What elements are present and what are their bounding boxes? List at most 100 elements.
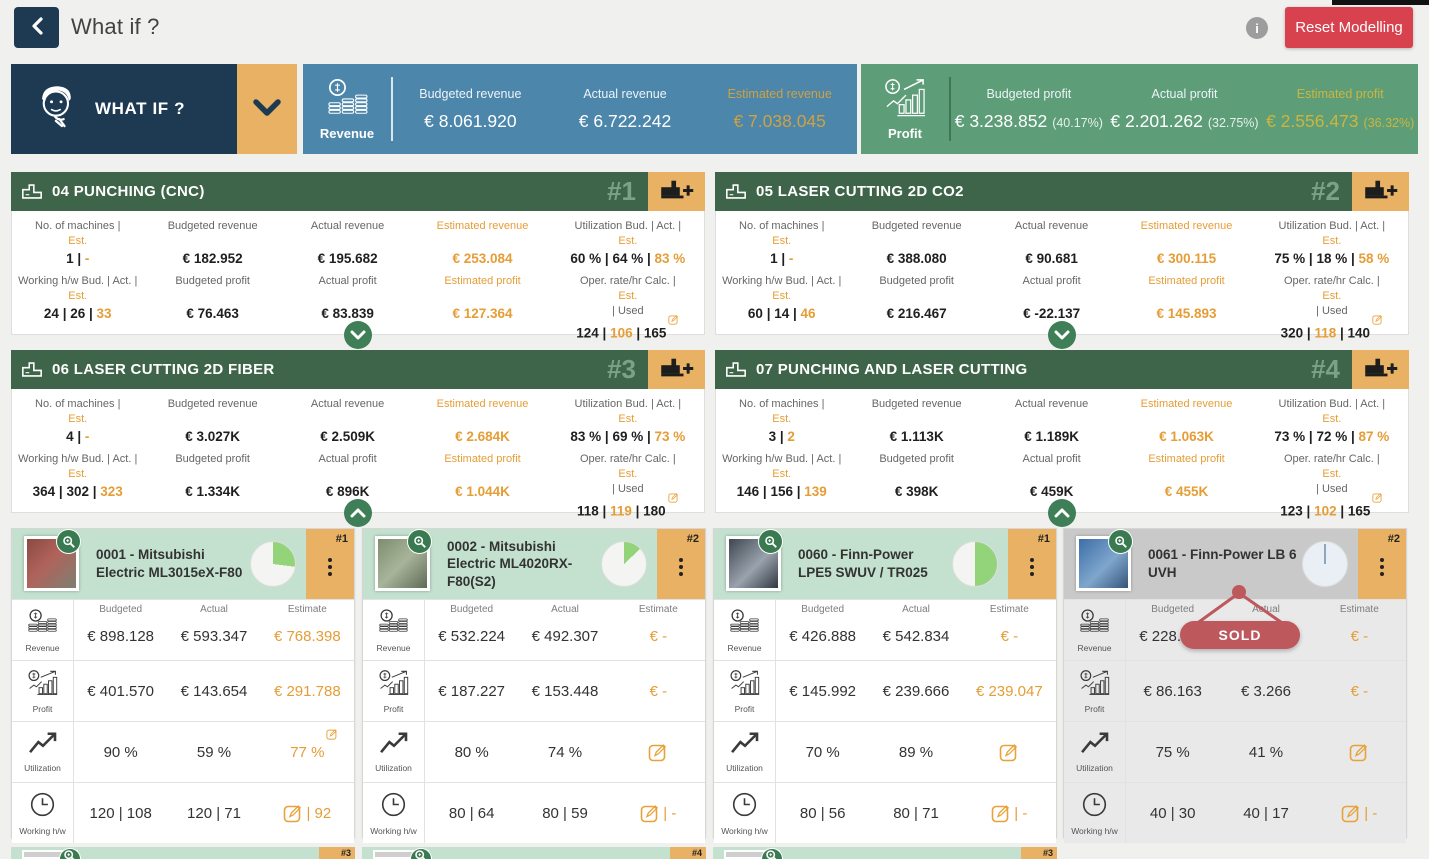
kebab-menu-icon[interactable]	[328, 558, 332, 562]
estimated-revenue-value: € 7.038.045	[733, 111, 825, 132]
edit-estimate-icon[interactable]	[999, 742, 1019, 762]
metric-icon-label: Working h/w	[370, 826, 417, 836]
kebab-menu-icon[interactable]	[679, 558, 683, 562]
add-machine-button[interactable]	[648, 350, 705, 389]
metric-value: € 896K	[326, 484, 370, 499]
partial-machine-card: #3	[713, 847, 1057, 859]
edit-estimate-icon[interactable]	[668, 494, 679, 506]
metric-value: € 253.084	[452, 251, 512, 266]
edit-estimate-icon[interactable]	[283, 803, 303, 823]
collapse-toggle-button[interactable]	[1048, 321, 1076, 349]
whatif-title: WHAT IF ?	[95, 99, 185, 119]
magnifier-icon[interactable]	[1108, 529, 1133, 554]
add-machine-button[interactable]	[1352, 172, 1409, 211]
metric-label: Utilization Bud. | Act. | Est.	[575, 219, 682, 249]
edit-estimate-icon[interactable]	[648, 742, 668, 762]
metric-cell: Estimated revenue€ 1.063K	[1117, 389, 1255, 444]
metric-cell: Working h/w Bud. | Act. | Est.60 | 14 | …	[716, 266, 847, 341]
profit-panel-label: Profit	[888, 126, 922, 141]
metric-cell: Estimated revenue€ 300.115	[1117, 211, 1255, 266]
metric-value-cell: 120 | 108	[74, 783, 167, 843]
metric-value: 4 | -	[66, 429, 89, 444]
back-button[interactable]	[14, 7, 59, 48]
edit-estimate-icon[interactable]	[326, 727, 338, 744]
machine-metric-row: RevenueBudgetedActualEstimate€ 228.600€ …	[1064, 599, 1406, 660]
kebab-menu-icon[interactable]	[1380, 558, 1384, 562]
utilization-icon	[1080, 731, 1110, 760]
profit-icon-block: Profit	[861, 78, 949, 141]
metric-value-cell: € 898.128	[74, 600, 167, 660]
kebab-menu-icon[interactable]	[1030, 558, 1034, 562]
budgeted-revenue-label: Budgeted revenue	[419, 87, 521, 101]
metric-value-cell: 40 | 17	[1219, 783, 1312, 843]
machine-rank-badge: #1	[336, 533, 348, 545]
metric-label: Working h/w Bud. | Act. | Est.	[18, 452, 137, 482]
metric-value: € 145.893	[1156, 306, 1216, 321]
reset-modelling-button[interactable]: Reset Modelling	[1285, 7, 1413, 48]
working-hours-icon	[731, 791, 758, 823]
group-title: 05 LASER CUTTING 2D CO2	[756, 183, 1311, 200]
machine-card-side-strip: #1	[1008, 529, 1056, 599]
whatif-dropdown-button[interactable]	[237, 64, 297, 154]
metric-value-cell: € 145.992	[776, 661, 869, 721]
chevron-down-icon	[252, 99, 282, 120]
edit-estimate-icon[interactable]	[1341, 803, 1361, 823]
metric-value-cell: € 768.398	[261, 600, 354, 660]
machine-metric-row: Profit€ 187.227€ 153.448€ -	[363, 660, 705, 721]
collapse-toggle-button[interactable]	[1048, 499, 1076, 527]
magnifier-icon[interactable]	[407, 529, 432, 554]
metric-icon-cell: Profit	[363, 661, 425, 721]
actual-profit-value: € 2.201.262	[1110, 111, 1202, 132]
metric-cell: Actual revenue€ 90.681	[986, 211, 1117, 266]
edit-estimate-icon[interactable]	[668, 316, 679, 328]
metric-label: Actual profit	[319, 452, 377, 482]
info-icon[interactable]: i	[1246, 17, 1268, 39]
estimated-profit: Estimated profit € 2.556.473(36.32%)	[1262, 87, 1418, 132]
metric-icon-label: Utilization	[24, 763, 61, 773]
metric-cell: Working h/w Bud. | Act. | Est.146 | 156 …	[716, 444, 847, 519]
revenue-icon	[378, 608, 409, 640]
metric-value: € 127.364	[452, 306, 512, 321]
metric-value-cell: 40 | 30	[1126, 783, 1219, 843]
profit-icon	[882, 78, 928, 123]
budgeted-revenue-value: € 8.061.920	[424, 111, 516, 132]
window-edge-decoration	[1332, 0, 1429, 5]
metric-icon-cell: Utilization	[1064, 722, 1126, 782]
group-title: 06 LASER CUTTING 2D FIBER	[52, 361, 607, 378]
metric-value-cell: € 542.834	[869, 600, 962, 660]
metric-value: € -22.137	[1023, 306, 1080, 321]
edit-estimate-icon[interactable]	[640, 803, 660, 823]
metric-value-cell: € 3.266	[1219, 661, 1312, 721]
metric-value-cell: | -	[1313, 783, 1406, 843]
utilization-icon	[730, 731, 760, 760]
magnifier-icon[interactable]	[758, 529, 783, 554]
actual-profit-pct: (32.75%)	[1208, 116, 1259, 130]
metric-label: Budgeted revenue	[872, 219, 962, 249]
metric-cell: No. of machines | Est.1 | -	[12, 211, 143, 266]
metric-cell: Estimated revenue€ 2.684K	[413, 389, 551, 444]
add-machine-button[interactable]	[1352, 350, 1409, 389]
metric-label: No. of machines | Est.	[35, 219, 120, 249]
metric-label: Actual profit	[319, 274, 377, 304]
edit-estimate-icon[interactable]	[991, 803, 1011, 823]
actual-revenue-label: Actual revenue	[583, 87, 666, 101]
metric-value-cell: | -	[612, 783, 705, 843]
metric-value: € 2.684K	[455, 429, 510, 444]
edit-estimate-icon[interactable]	[1349, 742, 1369, 762]
magnifier-icon[interactable]	[56, 529, 81, 554]
machine-metric-row: Working h/w80 | 6480 | 59 | -	[363, 782, 705, 843]
metric-label: Actual revenue	[1015, 397, 1088, 427]
edit-estimate-icon[interactable]	[1372, 494, 1383, 506]
metric-icon-label: Profit	[33, 704, 53, 714]
actual-profit: Actual profit € 2.201.262(32.75%)	[1107, 87, 1263, 132]
metric-icon-cell: Working h/w	[714, 783, 776, 843]
add-machine-button[interactable]	[648, 172, 705, 211]
metric-value: 1 | -	[770, 251, 793, 266]
machine-rank-badge: #3	[319, 847, 355, 859]
edit-estimate-icon[interactable]	[1372, 316, 1383, 328]
group-rank-badge: #3	[607, 354, 636, 385]
metric-icon-label: Profit	[735, 704, 755, 714]
collapse-toggle-button[interactable]	[344, 499, 372, 527]
collapse-toggle-button[interactable]	[344, 321, 372, 349]
working-hours-icon	[29, 791, 56, 823]
